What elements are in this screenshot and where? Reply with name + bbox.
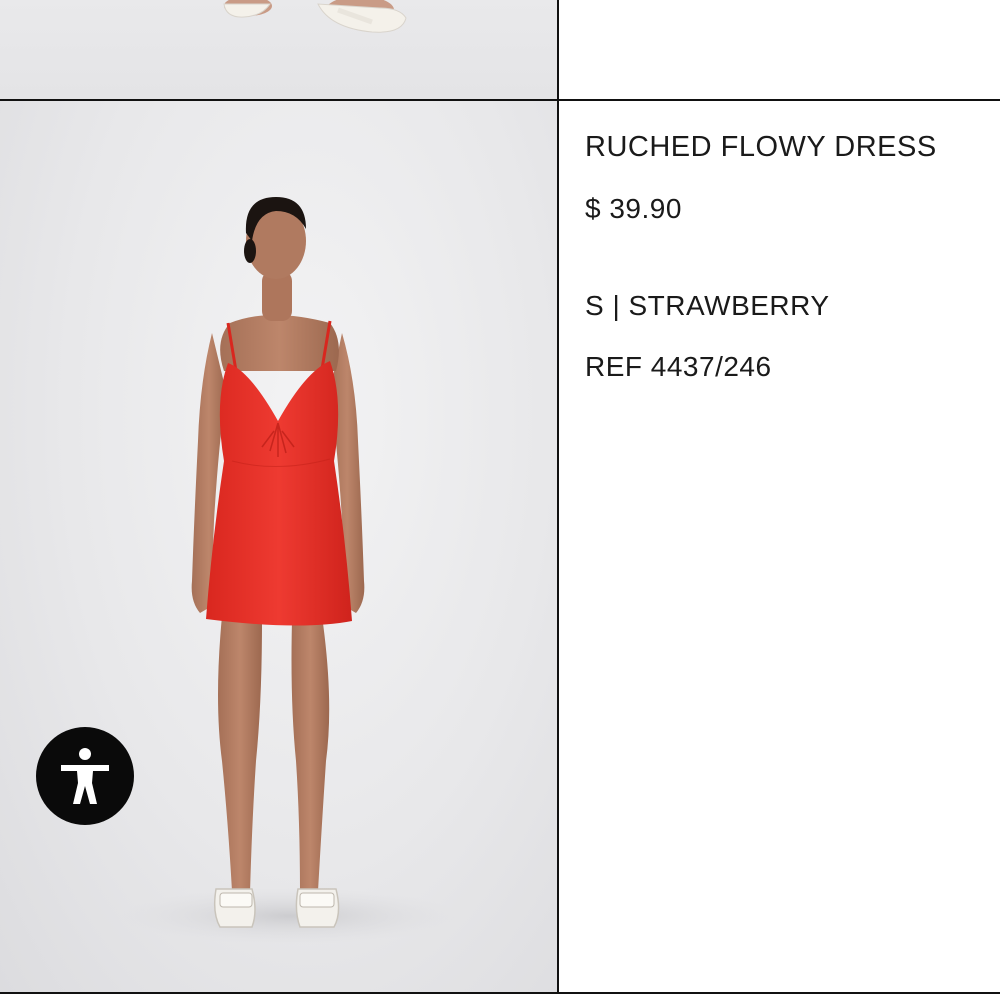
previous-item-row bbox=[0, 0, 1000, 101]
accessibility-button[interactable] bbox=[36, 727, 134, 825]
accessibility-icon bbox=[61, 748, 109, 804]
previous-item-info bbox=[559, 0, 1000, 99]
product-info: RUCHED FLOWY DRESS $ 39.90 S | STRAWBERR… bbox=[559, 101, 1000, 992]
product-row: RUCHED FLOWY DRESS $ 39.90 S | STRAWBERR… bbox=[0, 101, 1000, 994]
model-image bbox=[120, 197, 460, 944]
product-reference: REF 4437/246 bbox=[585, 351, 772, 382]
sandals-feet-image bbox=[223, 0, 407, 33]
product-price: $ 39.90 bbox=[585, 193, 682, 224]
product-name[interactable]: RUCHED FLOWY DRESS bbox=[585, 131, 937, 164]
product-size-color: S | STRAWBERRY bbox=[585, 290, 830, 321]
previous-item-photo[interactable] bbox=[0, 0, 558, 99]
divider bbox=[557, 0, 559, 101]
product-photo[interactable] bbox=[0, 101, 557, 992]
